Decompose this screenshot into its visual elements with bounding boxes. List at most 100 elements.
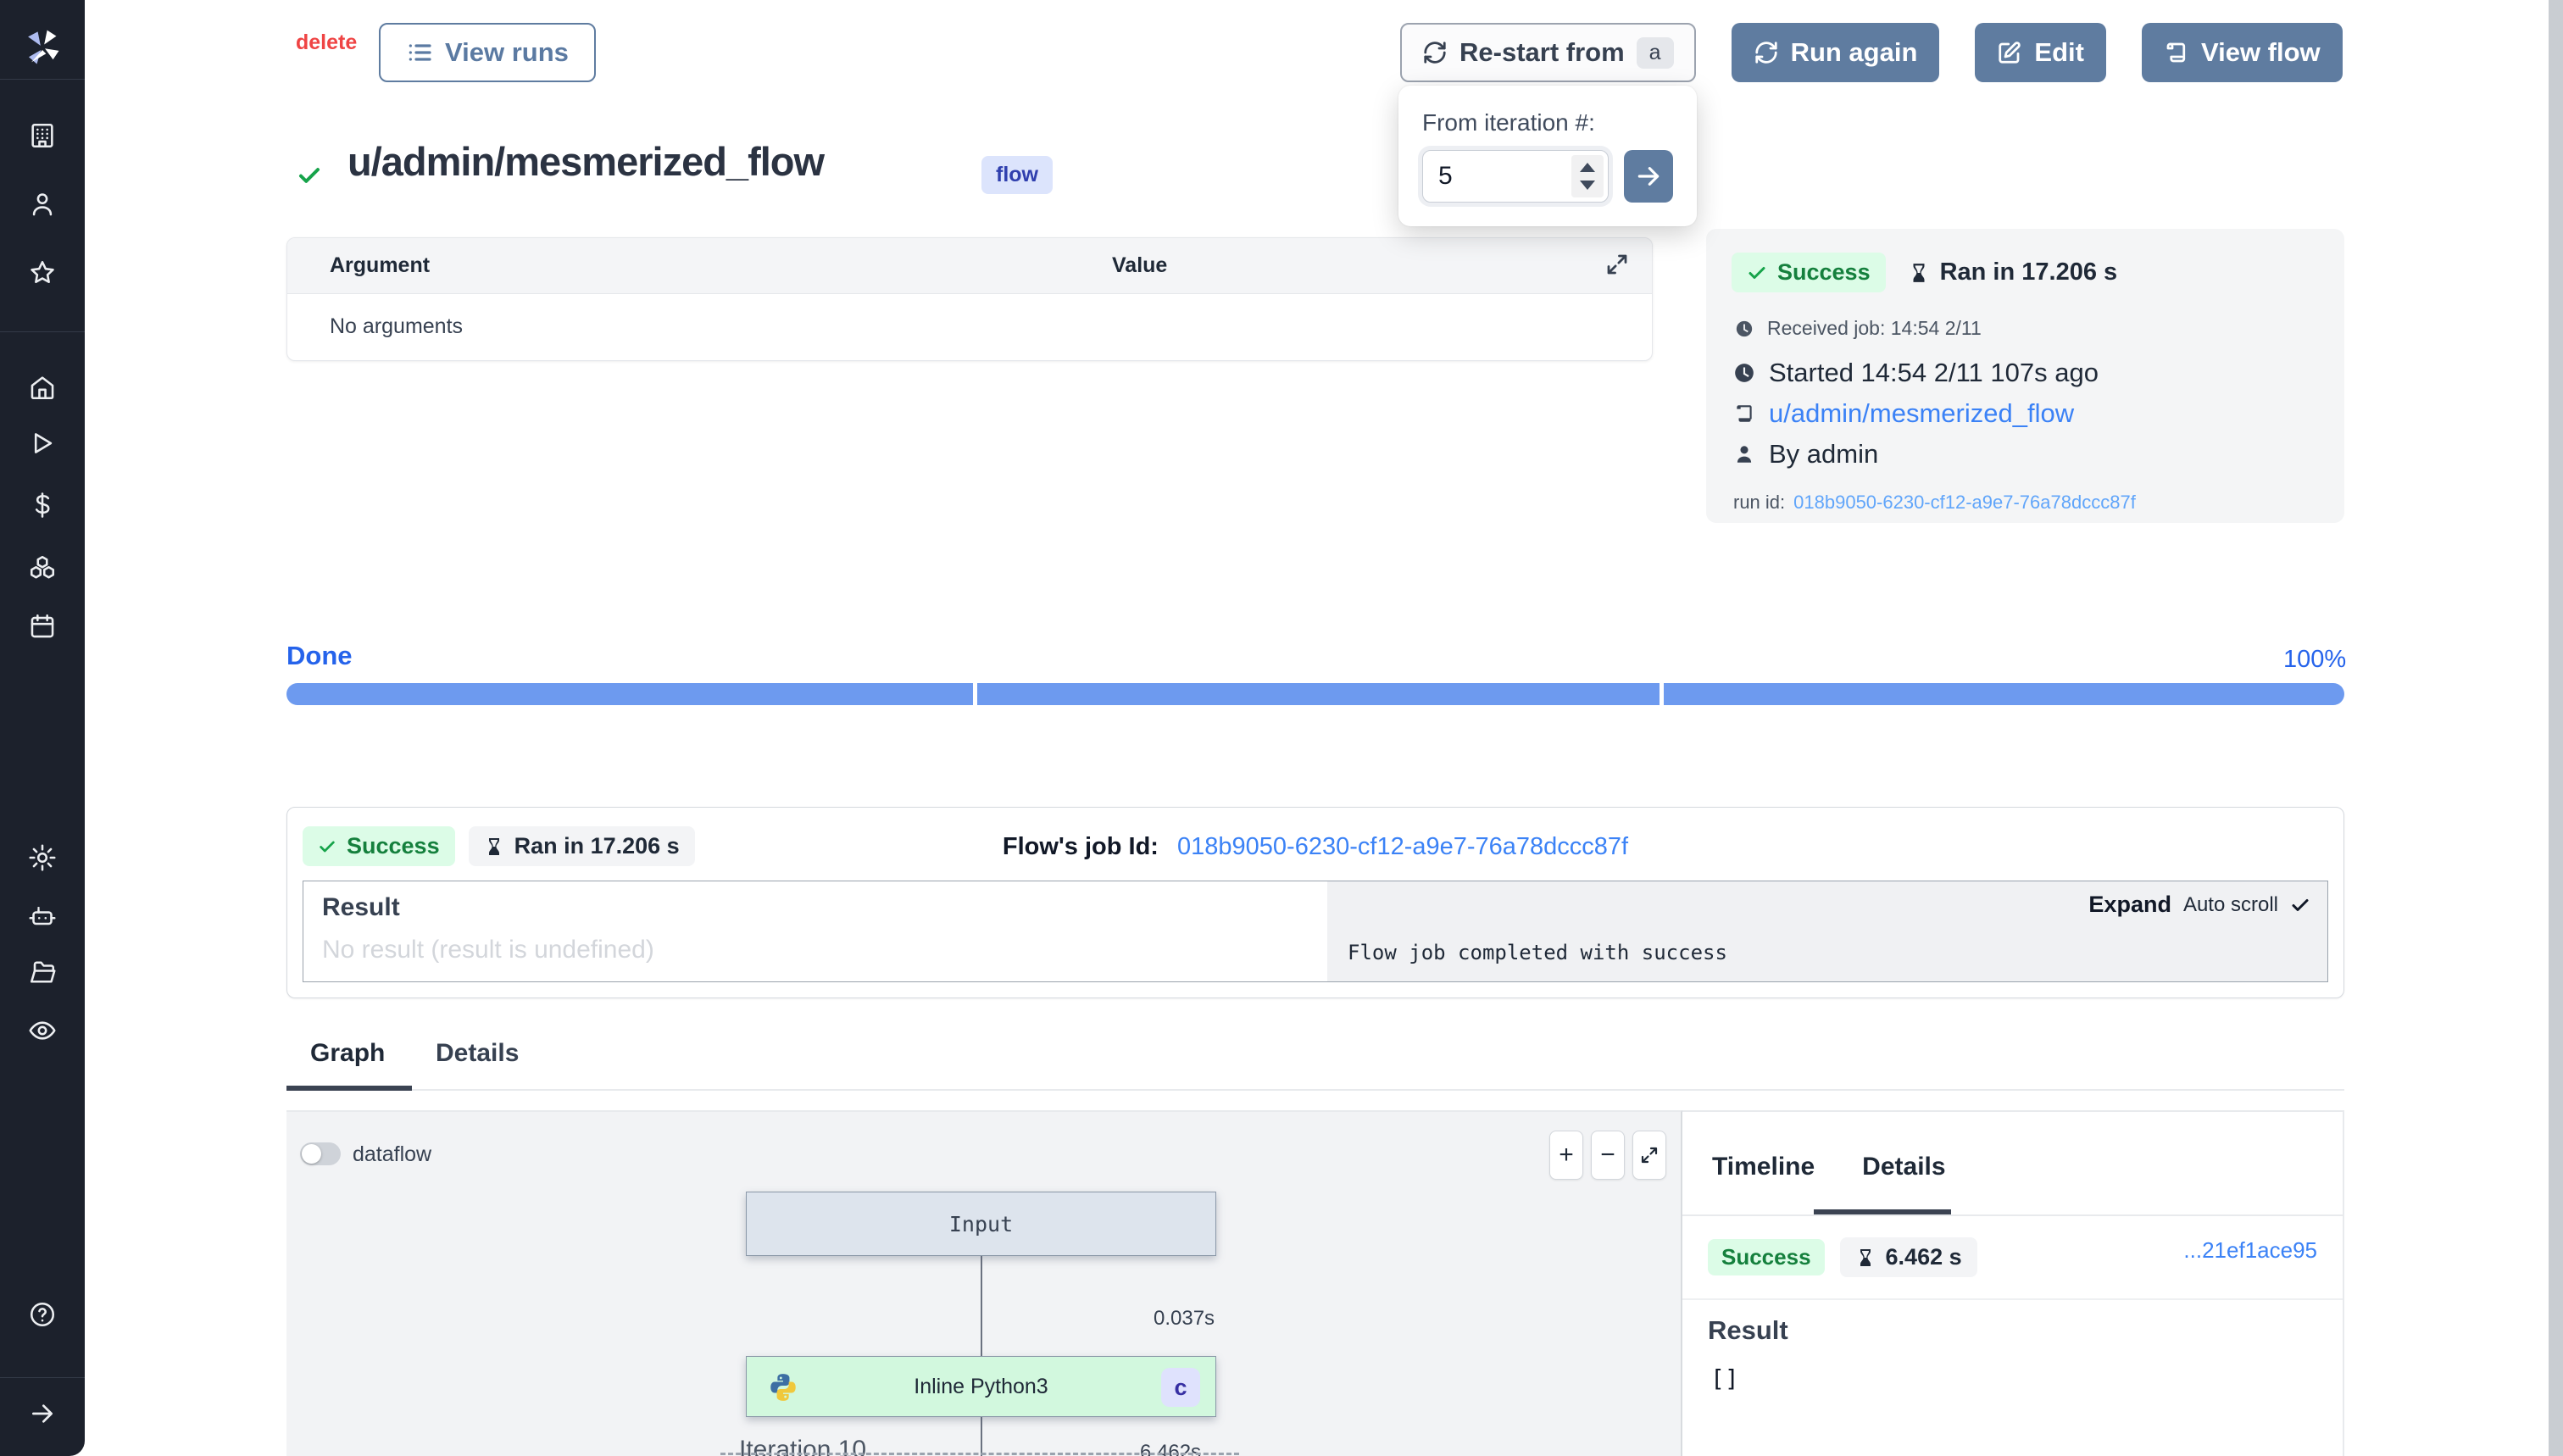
graph-node-inline-python[interactable]: Inline Python3 c xyxy=(746,1356,1216,1417)
flow-scroll-icon xyxy=(1733,403,1755,425)
progress-percent: 100% xyxy=(2283,646,2346,674)
list-icon xyxy=(406,39,433,66)
fit-view-button[interactable] xyxy=(1632,1131,1666,1180)
step-status-row: Success 6.462 s ...21ef1ace95 xyxy=(1708,1237,2331,1277)
progress-status-label: Done xyxy=(286,641,353,671)
duration-badge: 6.462 s xyxy=(1840,1237,1977,1277)
column-argument: Argument xyxy=(330,253,430,278)
sidebar-divider xyxy=(0,331,85,332)
variables-dollar-icon[interactable] xyxy=(28,491,57,520)
progress-bar xyxy=(286,683,2344,705)
result-title: Result xyxy=(322,893,400,922)
edit-pencil-icon xyxy=(1997,40,2022,65)
zoom-in-button[interactable]: + xyxy=(1549,1131,1583,1180)
step-duration-label: 0.037s xyxy=(1154,1307,1215,1331)
settings-gear-icon[interactable] xyxy=(27,842,58,873)
row-divider xyxy=(1682,1298,2344,1300)
arguments-table-header: Argument Value xyxy=(287,238,1652,294)
audit-eye-icon[interactable] xyxy=(27,1015,58,1046)
home-icon[interactable] xyxy=(28,373,57,402)
run-again-button[interactable]: Run again xyxy=(1732,23,1940,82)
flow-job-id-label: Flow's job Id: xyxy=(1003,833,1159,860)
status-badge: Success xyxy=(1732,253,1886,292)
progress-segment-gap xyxy=(1660,683,1664,705)
tab-details[interactable]: Details xyxy=(436,1039,519,1068)
tab-graph[interactable]: Graph xyxy=(310,1039,385,1068)
user-icon[interactable] xyxy=(28,190,57,219)
flow-job-id-link[interactable]: 018b9050-6230-cf12-a9e7-76a78dccc87f xyxy=(1177,833,1628,860)
status-badge: Success xyxy=(1708,1239,1825,1275)
restart-from-label: Re-start from xyxy=(1459,37,1625,68)
schedules-calendar-icon[interactable] xyxy=(28,612,57,641)
workspace-building-icon[interactable] xyxy=(28,121,57,150)
run-again-label: Run again xyxy=(1791,37,1918,68)
from-iteration-label: From iteration #: xyxy=(1422,109,1673,136)
step-result-title: Result xyxy=(1708,1315,1788,1346)
zoom-out-button[interactable]: − xyxy=(1591,1131,1625,1180)
windmill-logo-icon[interactable] xyxy=(20,25,64,69)
graph-edge xyxy=(981,1256,982,1356)
panel-tabs-divider xyxy=(1682,1214,2344,1216)
tabs-divider xyxy=(286,1089,2344,1091)
edit-button[interactable]: Edit xyxy=(1975,23,2106,82)
no-arguments-text: No arguments xyxy=(330,314,463,339)
graph-controls: + − xyxy=(1549,1131,1666,1180)
resources-cubes-icon[interactable] xyxy=(27,553,58,583)
started-text: Started 14:54 2/11 107s ago xyxy=(1769,358,2099,388)
spinner-up-icon[interactable] xyxy=(1580,163,1595,172)
top-right-actions: Re-start from a Run again Edit View flow xyxy=(1400,23,2343,82)
python-icon xyxy=(767,1371,799,1403)
tab-step-details[interactable]: Details xyxy=(1862,1153,1945,1181)
node-label: Inline Python3 xyxy=(914,1375,1048,1399)
by-user-text: By admin xyxy=(1769,439,1878,470)
graph-node-input[interactable]: Input xyxy=(746,1192,1216,1256)
received-job-text: Received job: 14:54 2/11 xyxy=(1767,317,1982,340)
confirm-restart-button[interactable] xyxy=(1624,150,1673,203)
tab-timeline[interactable]: Timeline xyxy=(1712,1153,1815,1181)
help-icon[interactable] xyxy=(28,1300,57,1329)
sidebar xyxy=(0,0,85,1456)
number-spinner[interactable] xyxy=(1571,155,1604,197)
dataflow-toggle[interactable] xyxy=(300,1142,341,1165)
run-id-label: run id: xyxy=(1733,492,1785,514)
clock-icon xyxy=(1735,320,1754,338)
delete-button[interactable]: delete xyxy=(296,31,357,55)
flow-graph-panel: dataflow + − Input 0.037s Inline Python3… xyxy=(286,1110,1682,1456)
run-id-link[interactable]: 018b9050-6230-cf12-a9e7-76a78dccc87f xyxy=(1793,492,2136,514)
arrow-right-icon xyxy=(1635,163,1662,190)
expand-icon xyxy=(1639,1145,1660,1165)
active-tab-underline xyxy=(1814,1209,1951,1214)
ran-in-text: Ran in 17.206 s xyxy=(1940,258,2118,286)
refresh-icon xyxy=(1422,40,1448,65)
autoscroll-toggle[interactable]: Auto scroll xyxy=(2183,893,2278,917)
page-scrollbar[interactable] xyxy=(2549,0,2563,1456)
active-tab-underline xyxy=(286,1086,412,1091)
expand-table-icon[interactable] xyxy=(1604,252,1630,277)
hourglass-icon xyxy=(1855,1248,1876,1268)
expand-sidebar-arrow-icon[interactable] xyxy=(29,1400,56,1427)
view-runs-label: View runs xyxy=(445,37,569,68)
result-pane: Result No result (result is undefined) xyxy=(303,881,1327,981)
success-check-icon xyxy=(297,163,322,188)
check-icon xyxy=(1747,263,1767,283)
restart-shortcut-kbd: a xyxy=(1637,37,1674,69)
restart-from-button[interactable]: Re-start from a xyxy=(1400,23,1696,82)
expand-button[interactable]: Expand xyxy=(2088,892,2171,918)
view-flow-button[interactable]: View flow xyxy=(2142,23,2343,82)
user-icon xyxy=(1733,443,1755,465)
flow-path-link[interactable]: u/admin/mesmerized_flow xyxy=(1769,398,2074,429)
spinner-down-icon[interactable] xyxy=(1580,181,1595,190)
progress-segment-gap xyxy=(973,683,977,705)
column-value: Value xyxy=(1112,253,1167,278)
star-icon[interactable] xyxy=(28,258,57,287)
flow-job-id-row: Flow's job Id: 018b9050-6230-cf12-a9e7-7… xyxy=(287,833,2343,861)
runs-play-icon[interactable] xyxy=(28,429,57,458)
view-runs-button[interactable]: View runs xyxy=(379,23,596,82)
folders-icon[interactable] xyxy=(27,957,58,987)
dataflow-label: dataflow xyxy=(353,1142,431,1167)
iteration-number-wrap xyxy=(1422,150,1609,203)
cache-badge: c xyxy=(1161,1368,1200,1407)
sidebar-divider xyxy=(0,1377,85,1378)
step-job-link[interactable]: ...21ef1ace95 xyxy=(2183,1237,2317,1264)
workers-robot-icon[interactable] xyxy=(27,901,58,931)
